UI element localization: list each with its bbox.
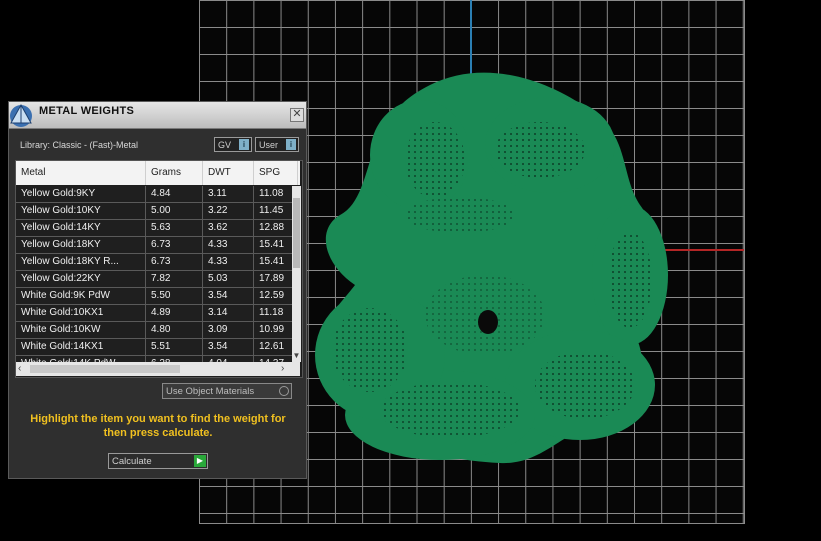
table-row[interactable]: Yellow Gold:22KY 7.82 5.03 17.89 [16,271,298,288]
dwt-cell: 3.62 [203,220,254,236]
dwt-cell: 4.33 [203,254,254,270]
scroll-left-arrow-icon[interactable]: ‹ [18,362,21,376]
dwt-cell: 3.14 [203,305,254,321]
vertical-scroll-thumb[interactable] [293,198,300,268]
column-header-dwt[interactable]: DWT [203,161,254,185]
panel-title: METAL WEIGHTS [39,105,135,117]
metal-cell: Yellow Gold:10KY [16,203,146,219]
metal-cell: White Gold:10KX1 [16,305,146,321]
metal-cell: Yellow Gold:18KY [16,237,146,253]
use-object-materials-toggle[interactable]: Use Object Materials [162,383,292,399]
close-button[interactable]: ✕ [290,108,304,122]
table-row[interactable]: Yellow Gold:14KY 5.63 3.62 12.88 [16,220,298,237]
dwt-cell: 3.54 [203,288,254,304]
radio-icon [279,386,289,396]
play-arrow-icon: ▶ [194,455,206,467]
metal-cell: White Gold:9K PdW [16,288,146,304]
metal-cell: White Gold:14KX1 [16,339,146,355]
table-body: Yellow Gold:9KY 4.84 3.11 11.08 Yellow Gold:… [16,186,298,373]
grams-cell: 4.89 [146,305,203,321]
grams-cell: 7.82 [146,271,203,287]
jewelry-model[interactable] [310,65,670,470]
dwt-cell: 4.33 [203,237,254,253]
instruction-text: Highlight the item you want to find the … [30,413,286,439]
table-row[interactable]: White Gold:14KX1 5.51 3.54 12.61 [16,339,298,356]
calculate-label: Calculate [112,456,152,467]
grams-cell: 5.00 [146,203,203,219]
dwt-cell: 3.09 [203,322,254,338]
metal-weights-panel: METAL WEIGHTS ✕ Library: Classic - (Fast… [8,101,307,479]
calculate-button[interactable]: Calculate ▶ [108,453,208,469]
grams-cell: 5.50 [146,288,203,304]
metal-cell: White Gold:10KW [16,322,146,338]
column-header-metal[interactable]: Metal [16,161,146,185]
grams-cell: 4.80 [146,322,203,338]
table-row[interactable]: Yellow Gold:9KY 4.84 3.11 11.08 [16,186,298,203]
horizontal-scroll-thumb[interactable] [30,365,180,373]
grams-cell: 6.73 [146,237,203,253]
table-row[interactable]: White Gold:10KX1 4.89 3.14 11.18 [16,305,298,322]
dwt-cell: 3.11 [203,186,254,202]
grams-cell: 5.51 [146,339,203,355]
table-header: Metal Grams DWT SPG [16,161,300,185]
vertical-scrollbar[interactable]: ▼ [292,186,301,362]
dwt-cell: 3.54 [203,339,254,355]
table-row[interactable]: White Gold:9K PdW 5.50 3.54 12.59 [16,288,298,305]
app-logo-icon [10,103,32,127]
dwt-cell: 3.22 [203,203,254,219]
table-row[interactable]: Yellow Gold:18KY 6.73 4.33 15.41 [16,237,298,254]
library-label: Library: Classic - (Fast)-Metal [20,140,139,150]
column-header-spg[interactable]: SPG [254,161,298,185]
metal-cell: Yellow Gold:9KY [16,186,146,202]
metal-cell: Yellow Gold:22KY [16,271,146,287]
user-toggle-label: User [259,140,279,150]
user-toggle[interactable]: User i [255,137,299,152]
use-object-materials-label: Use Object Materials [166,386,255,397]
table-row[interactable]: White Gold:10KW 4.80 3.09 10.99 [16,322,298,339]
column-header-grams[interactable]: Grams [146,161,203,185]
metal-table: Metal Grams DWT SPG Yellow Gold:9KY 4.84 3… [15,160,303,378]
gv-toggle[interactable]: GV i [214,137,252,152]
gv-toggle-label: GV [218,140,232,150]
table-row[interactable]: Yellow Gold:10KY 5.00 3.22 11.45 [16,203,298,220]
scroll-right-arrow-icon[interactable]: › [281,362,284,376]
horizontal-scrollbar[interactable]: ‹ › [16,362,300,376]
metal-cell: Yellow Gold:18KY R... [16,254,146,270]
grams-cell: 6.73 [146,254,203,270]
info-icon: i [239,139,249,150]
info-icon: i [286,139,296,150]
dwt-cell: 5.03 [203,271,254,287]
metal-cell: Yellow Gold:14KY [16,220,146,236]
panel-titlebar[interactable]: METAL WEIGHTS ✕ [9,102,306,129]
table-row[interactable]: Yellow Gold:18KY R... 6.73 4.33 15.41 [16,254,298,271]
grams-cell: 5.63 [146,220,203,236]
grams-cell: 4.84 [146,186,203,202]
scroll-down-arrow-icon[interactable]: ▼ [292,350,301,361]
